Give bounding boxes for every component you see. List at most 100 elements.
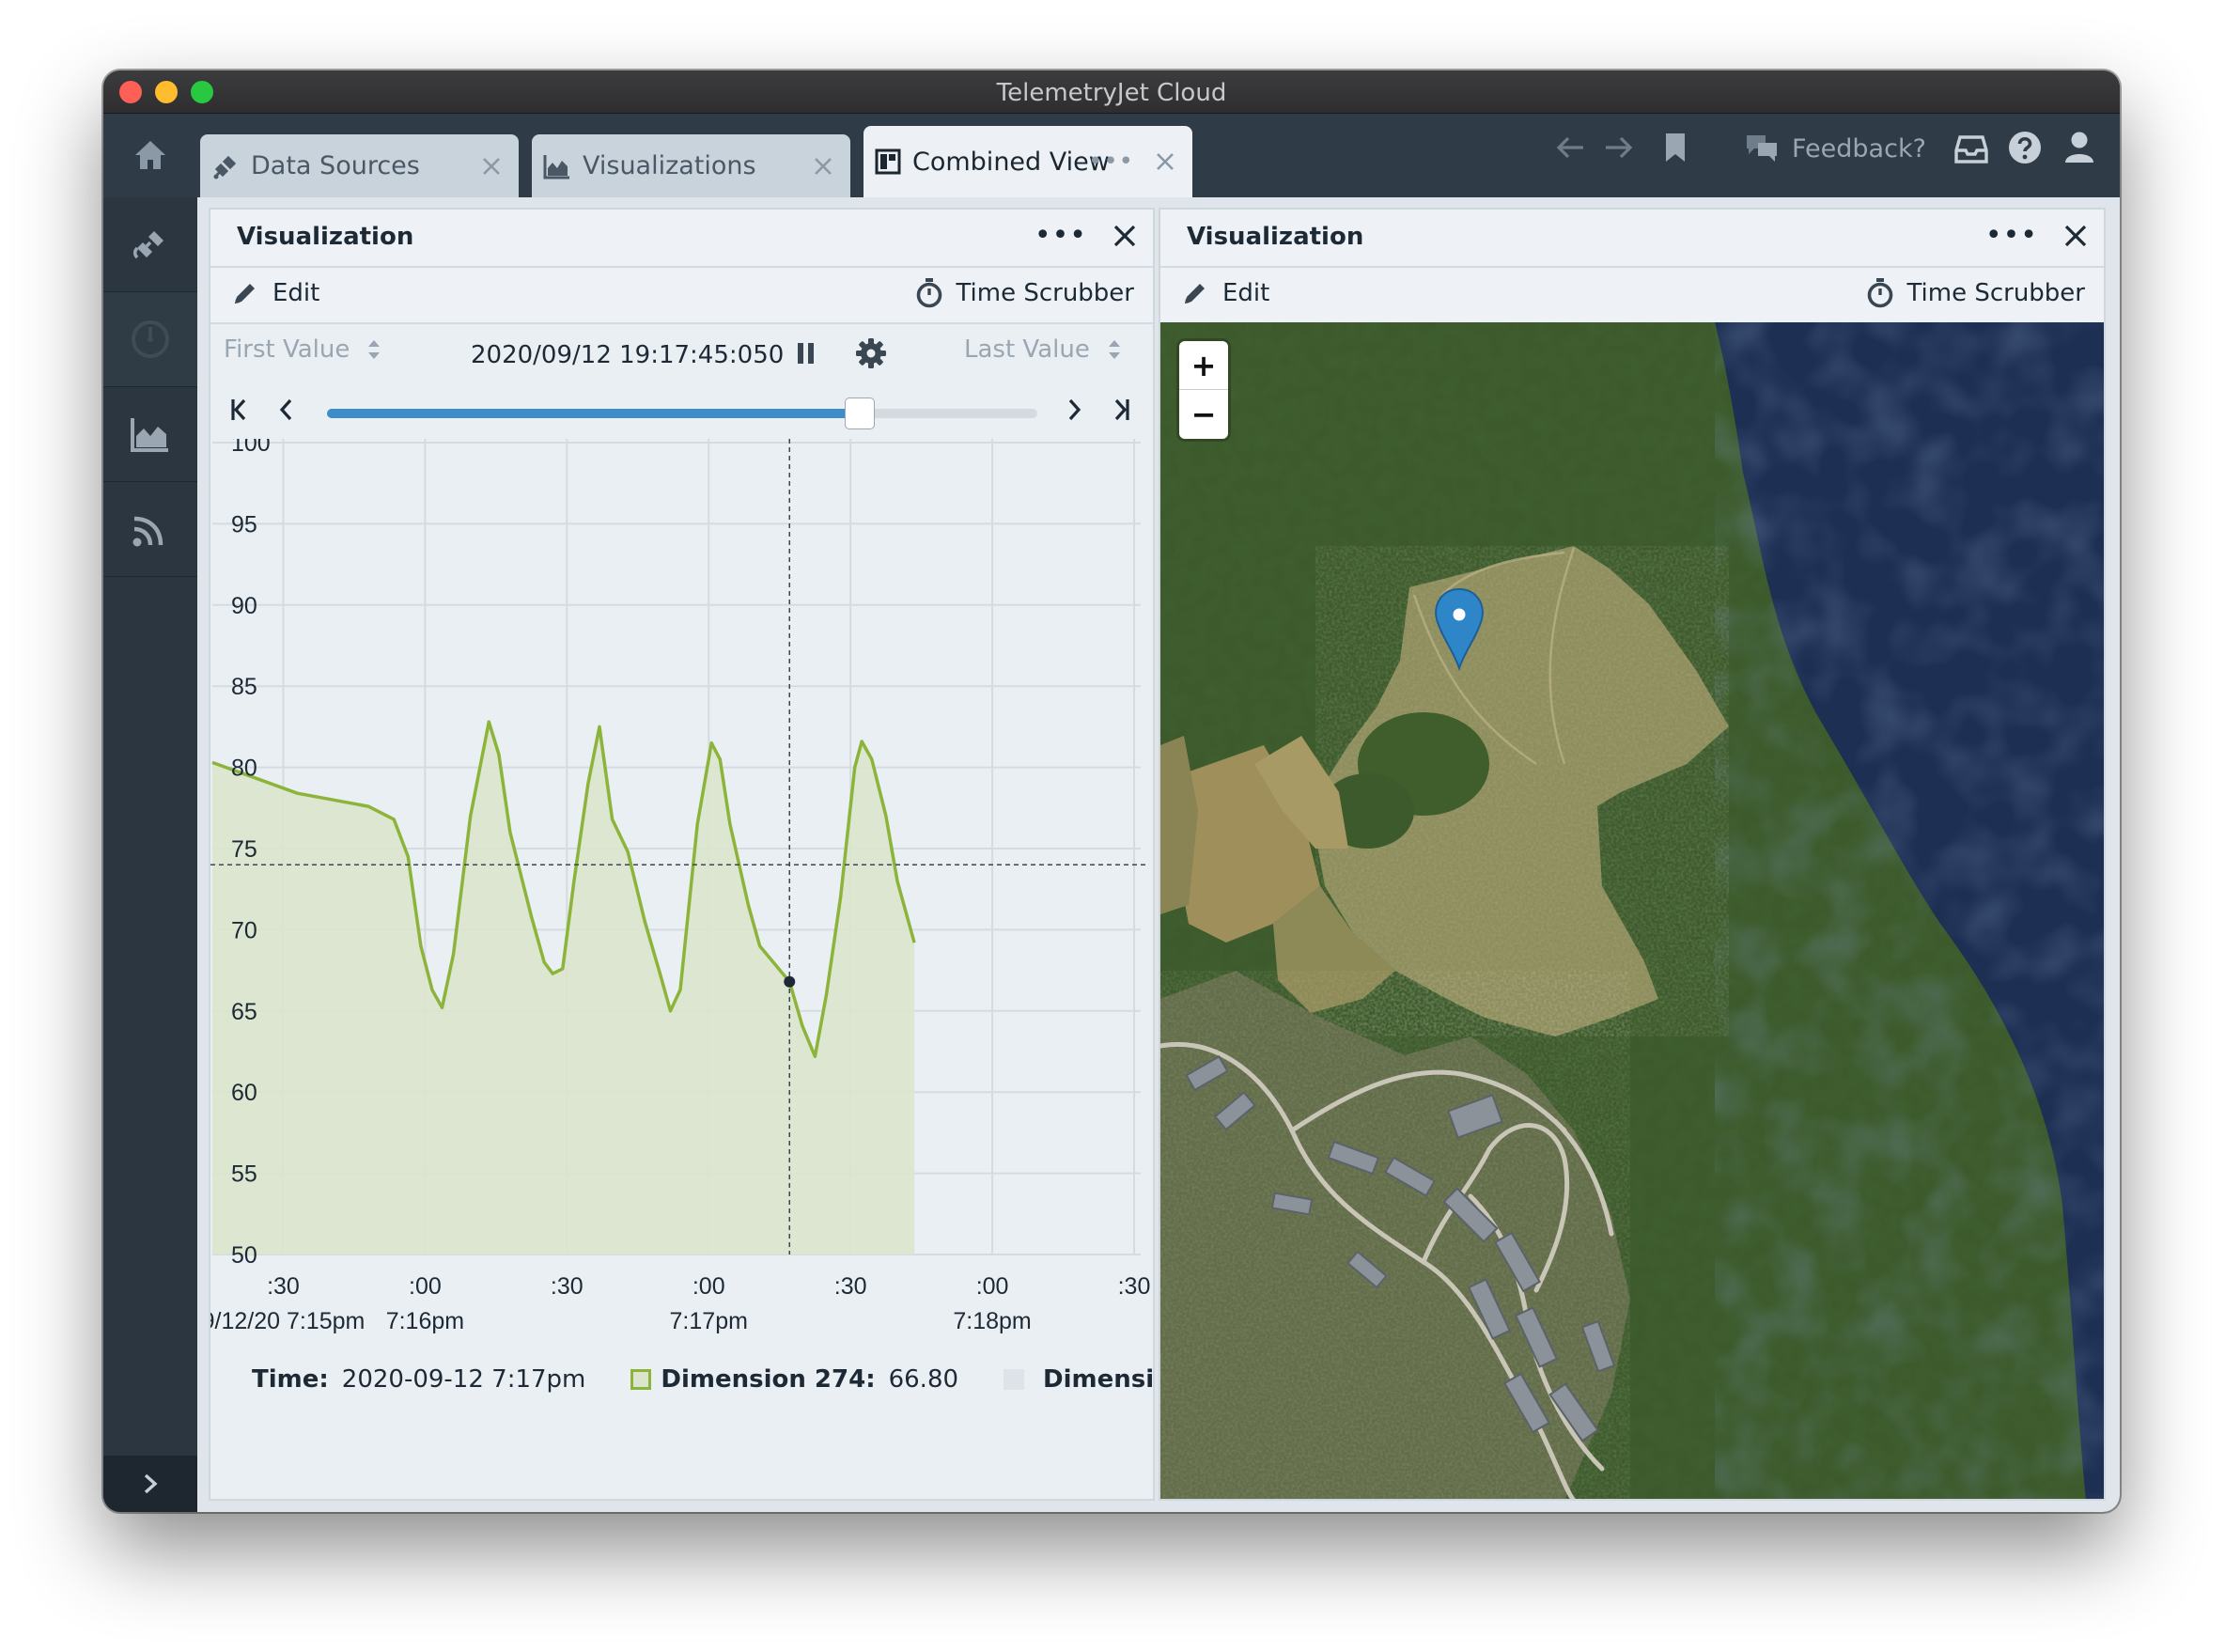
chart-legend: Time: 2020-09-12 7:17pm Dimension 274: 6… bbox=[252, 1365, 1155, 1394]
y-tick-label: 95 bbox=[231, 511, 257, 538]
y-tick-label: 85 bbox=[231, 674, 257, 700]
home-button[interactable] bbox=[103, 113, 197, 197]
rss-feed-icon bbox=[132, 516, 163, 547]
sidebar-item-dashboard[interactable] bbox=[103, 292, 197, 387]
help-icon[interactable] bbox=[2008, 131, 2042, 164]
tab-more-button[interactable]: ••• bbox=[1088, 148, 1134, 176]
x-tick-label: :00 bbox=[692, 1273, 725, 1300]
scrubber-controls: First Value 2020/09/12 19:17:45:050 Last bbox=[210, 324, 1153, 381]
satellite-icon bbox=[132, 231, 163, 259]
skip-to-start-icon[interactable] bbox=[229, 397, 248, 422]
x-tick-date-label: 7:16pm bbox=[386, 1308, 464, 1334]
sidebar bbox=[103, 197, 197, 1512]
y-tick-label: 60 bbox=[231, 1080, 257, 1106]
zoom-out-button[interactable]: − bbox=[1179, 390, 1228, 438]
slider-handle[interactable] bbox=[845, 397, 875, 429]
skip-to-end-icon[interactable] bbox=[1112, 397, 1131, 422]
zoom-in-button[interactable]: + bbox=[1179, 341, 1228, 390]
more-options-button[interactable]: ••• bbox=[1985, 219, 2038, 252]
cursor-point bbox=[784, 975, 796, 988]
legend-series-label: Dimension 274: bbox=[661, 1365, 876, 1394]
satellite-icon bbox=[213, 155, 237, 179]
step-back-icon[interactable] bbox=[278, 397, 293, 422]
time-scrubber-label: Time Scrubber bbox=[956, 279, 1134, 307]
tab-data-sources[interactable]: Data Sources bbox=[200, 134, 519, 197]
tab-visualizations[interactable]: Visualizations bbox=[532, 134, 850, 197]
home-icon bbox=[135, 141, 165, 169]
sidebar-item-visualizations[interactable] bbox=[103, 387, 197, 482]
x-tick-date-label: 9/12/20 7:15pm bbox=[210, 1308, 365, 1334]
first-value-select[interactable]: First Value bbox=[224, 335, 381, 364]
tab-label: Combined View bbox=[912, 147, 1110, 177]
legend-time-value: 2020-09-12 7:17pm bbox=[341, 1365, 586, 1394]
close-icon[interactable] bbox=[2062, 223, 2089, 249]
y-tick-label: 75 bbox=[231, 836, 257, 863]
stopwatch-icon bbox=[1868, 278, 1893, 308]
app-window: TelemetryJet Cloud Data Sources Visualiz… bbox=[103, 70, 2120, 1512]
bookmark-icon[interactable] bbox=[1663, 132, 1688, 164]
panel-title: Visualization bbox=[237, 223, 414, 251]
y-tick-label: 100 bbox=[231, 439, 271, 457]
area-chart-icon bbox=[543, 154, 569, 179]
pencil-icon bbox=[1185, 284, 1205, 304]
title-bar: TelemetryJet Cloud bbox=[103, 70, 2120, 114]
zoom-control: + − bbox=[1179, 341, 1228, 439]
chart-svg: 50 55 60 65 70 75 80 85 90 95 100:30 9/12/20 7:15pm… bbox=[210, 430, 1153, 1334]
y-tick-label: 80 bbox=[231, 756, 257, 782]
edit-button[interactable]: Edit bbox=[1181, 279, 1269, 307]
tab-combined-view[interactable]: Combined View ••• bbox=[864, 126, 1192, 201]
x-tick-date-label: 7:18pm bbox=[953, 1308, 1031, 1334]
y-tick-label: 90 bbox=[231, 593, 257, 619]
chevron-right-icon bbox=[144, 1473, 158, 1494]
close-icon[interactable] bbox=[1155, 151, 1175, 172]
time-slider-row bbox=[210, 386, 1153, 439]
last-value-select[interactable]: Last Value bbox=[964, 335, 1122, 364]
panel-toolbar: Edit Time Scrubber bbox=[1160, 268, 2104, 324]
gear-icon[interactable] bbox=[855, 337, 887, 369]
sidebar-expand-button[interactable] bbox=[103, 1456, 197, 1512]
forward-arrow-icon[interactable] bbox=[1602, 132, 1634, 164]
edit-label: Edit bbox=[1222, 279, 1270, 307]
pause-icon[interactable] bbox=[796, 341, 817, 366]
sidebar-item-data-sources[interactable] bbox=[103, 197, 197, 292]
x-tick-label: :30 bbox=[551, 1273, 583, 1300]
satellite-map[interactable]: + − bbox=[1160, 322, 2104, 1499]
close-icon[interactable] bbox=[1112, 223, 1138, 249]
chat-bubbles-icon bbox=[1747, 135, 1777, 162]
tab-label: Data Sources bbox=[251, 151, 420, 180]
slider-fill bbox=[327, 409, 860, 418]
edit-button[interactable]: Edit bbox=[231, 279, 319, 307]
panel-toolbar: Edit Time Scrubber bbox=[210, 268, 1153, 324]
y-tick-label: 55 bbox=[231, 1161, 257, 1188]
x-tick-label: :00 bbox=[976, 1273, 1009, 1300]
sidebar-item-streams[interactable] bbox=[103, 482, 197, 577]
user-icon[interactable] bbox=[2063, 131, 2095, 164]
panel-header: Visualization ••• bbox=[210, 210, 1153, 268]
time-scrubber-button[interactable]: Time Scrubber bbox=[916, 277, 1134, 309]
chart-panel: Visualization ••• Edit Time Scrubber Fir… bbox=[209, 208, 1155, 1501]
close-icon[interactable] bbox=[481, 156, 502, 177]
panel-title: Visualization bbox=[1187, 223, 1364, 251]
legend-series2-label: Dimension 274 bbox=[1043, 1365, 1155, 1394]
time-slider[interactable] bbox=[327, 397, 1037, 429]
pencil-icon bbox=[235, 284, 255, 304]
step-forward-icon[interactable] bbox=[1067, 397, 1082, 422]
x-tick-label: :30 bbox=[834, 1273, 867, 1300]
more-options-button[interactable]: ••• bbox=[1035, 219, 1087, 252]
last-value-label: Last Value bbox=[964, 335, 1090, 364]
close-icon[interactable] bbox=[813, 156, 833, 177]
current-timestamp: 2020/09/12 19:17:45:050 bbox=[471, 341, 785, 369]
legend-time-label: Time: bbox=[252, 1365, 329, 1394]
panel-header: Visualization ••• bbox=[1160, 210, 2104, 268]
x-tick-date-label: 7:17pm bbox=[670, 1308, 748, 1334]
gauge-icon bbox=[132, 320, 169, 358]
feedback-button[interactable]: Feedback? bbox=[1745, 133, 1926, 164]
stopwatch-icon bbox=[917, 278, 942, 308]
y-tick-label: 65 bbox=[231, 999, 257, 1025]
inbox-icon[interactable] bbox=[1954, 135, 1988, 164]
series2-swatch bbox=[1004, 1369, 1025, 1390]
tab-label: Visualizations bbox=[583, 151, 756, 180]
time-scrubber-label: Time Scrubber bbox=[1906, 279, 2085, 307]
time-scrubber-button[interactable]: Time Scrubber bbox=[1867, 277, 2085, 309]
back-arrow-icon[interactable] bbox=[1555, 132, 1587, 164]
